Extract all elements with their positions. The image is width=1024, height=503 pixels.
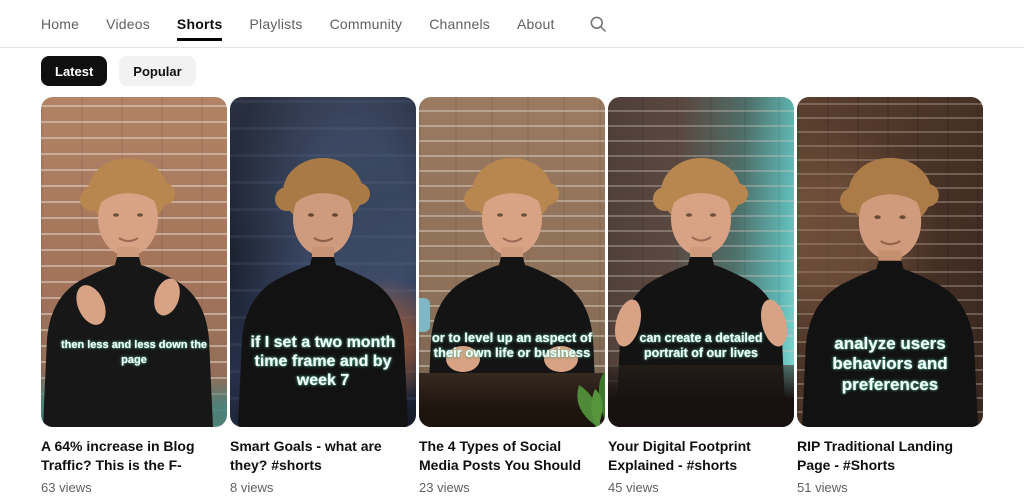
shorts-grid: then less and less down the page A 64% i…: [0, 86, 1024, 495]
person-illustration: [43, 158, 213, 427]
tab-home[interactable]: Home: [41, 0, 79, 47]
video-title[interactable]: RIP Traditional Landing Page - #Shorts: [797, 437, 983, 475]
shorts-card: analyze users behaviors and preferences …: [797, 97, 983, 495]
thumbnail-caption: or to level up an aspect of their own li…: [431, 329, 593, 361]
video-title[interactable]: A 64% increase in Blog Traffic? This is …: [41, 437, 227, 475]
video-title[interactable]: Smart Goals - what are they? #shorts #di…: [230, 437, 416, 475]
chip-latest[interactable]: Latest: [41, 56, 108, 86]
video-views: 23 views: [419, 480, 470, 495]
desk-surface: [608, 365, 794, 427]
video-title[interactable]: Your Digital Footprint Explained - #shor…: [608, 437, 794, 475]
tab-videos[interactable]: Videos: [106, 0, 150, 47]
shorts-card: can create a detailed portrait of our li…: [608, 97, 794, 495]
thumbnail-caption: can create a detailed portrait of our li…: [639, 331, 763, 360]
thumbnail-caption: then less and less down the page: [60, 339, 208, 366]
chip-popular[interactable]: Popular: [119, 56, 196, 86]
shorts-thumbnail[interactable]: then less and less down the page: [41, 97, 227, 427]
shorts-card: or to level up an aspect of their own li…: [419, 97, 605, 495]
tab-shorts[interactable]: Shorts: [176, 0, 223, 47]
tab-about[interactable]: About: [517, 0, 555, 47]
thumbnail-caption: analyze users behaviors and preferences: [832, 333, 948, 394]
shorts-thumbnail[interactable]: can create a detailed portrait of our li…: [608, 97, 794, 427]
video-views: 51 views: [797, 480, 848, 495]
search-icon[interactable]: [588, 14, 608, 34]
tab-playlists[interactable]: Playlists: [249, 0, 302, 47]
video-views: 63 views: [41, 480, 92, 495]
video-views: 45 views: [608, 480, 659, 495]
tab-channels[interactable]: Channels: [429, 0, 490, 47]
tab-community[interactable]: Community: [330, 0, 403, 47]
shorts-thumbnail[interactable]: or to level up an aspect of their own li…: [419, 97, 605, 427]
video-views: 8 views: [230, 480, 274, 495]
shorts-card: then less and less down the page A 64% i…: [41, 97, 227, 495]
video-title[interactable]: The 4 Types of Social Media Posts You Sh…: [419, 437, 605, 475]
filter-chip-bar: Latest Popular: [0, 48, 1024, 86]
shorts-card: if I set a two month time frame and by w…: [230, 97, 416, 495]
shorts-thumbnail[interactable]: if I set a two month time frame and by w…: [230, 97, 416, 427]
thumbnail-caption: if I set a two month time frame and by w…: [250, 334, 396, 390]
shorts-thumbnail[interactable]: analyze users behaviors and preferences: [797, 97, 983, 427]
channel-tab-bar: Home Videos Shorts Playlists Community C…: [0, 0, 1024, 48]
